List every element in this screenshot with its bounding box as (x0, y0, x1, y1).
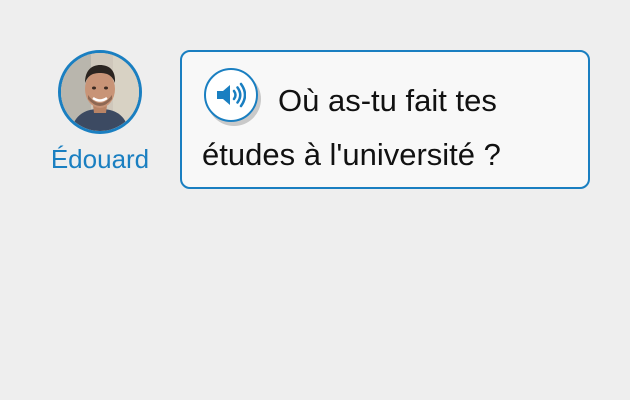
conversation-stage: Édouard Où as-tu fait tes études à l'uni… (0, 0, 630, 400)
speaker-name: Édouard (50, 144, 150, 174)
prompt-text: Où as-tu fait tes études à l'université … (202, 83, 501, 172)
speaker: Édouard (50, 50, 150, 174)
speech-bubble: Où as-tu fait tes études à l'université … (180, 50, 590, 189)
play-audio-button[interactable] (204, 68, 258, 122)
avatar-photo (61, 53, 139, 131)
avatar (58, 50, 142, 134)
speaker-volume-icon (217, 82, 246, 108)
